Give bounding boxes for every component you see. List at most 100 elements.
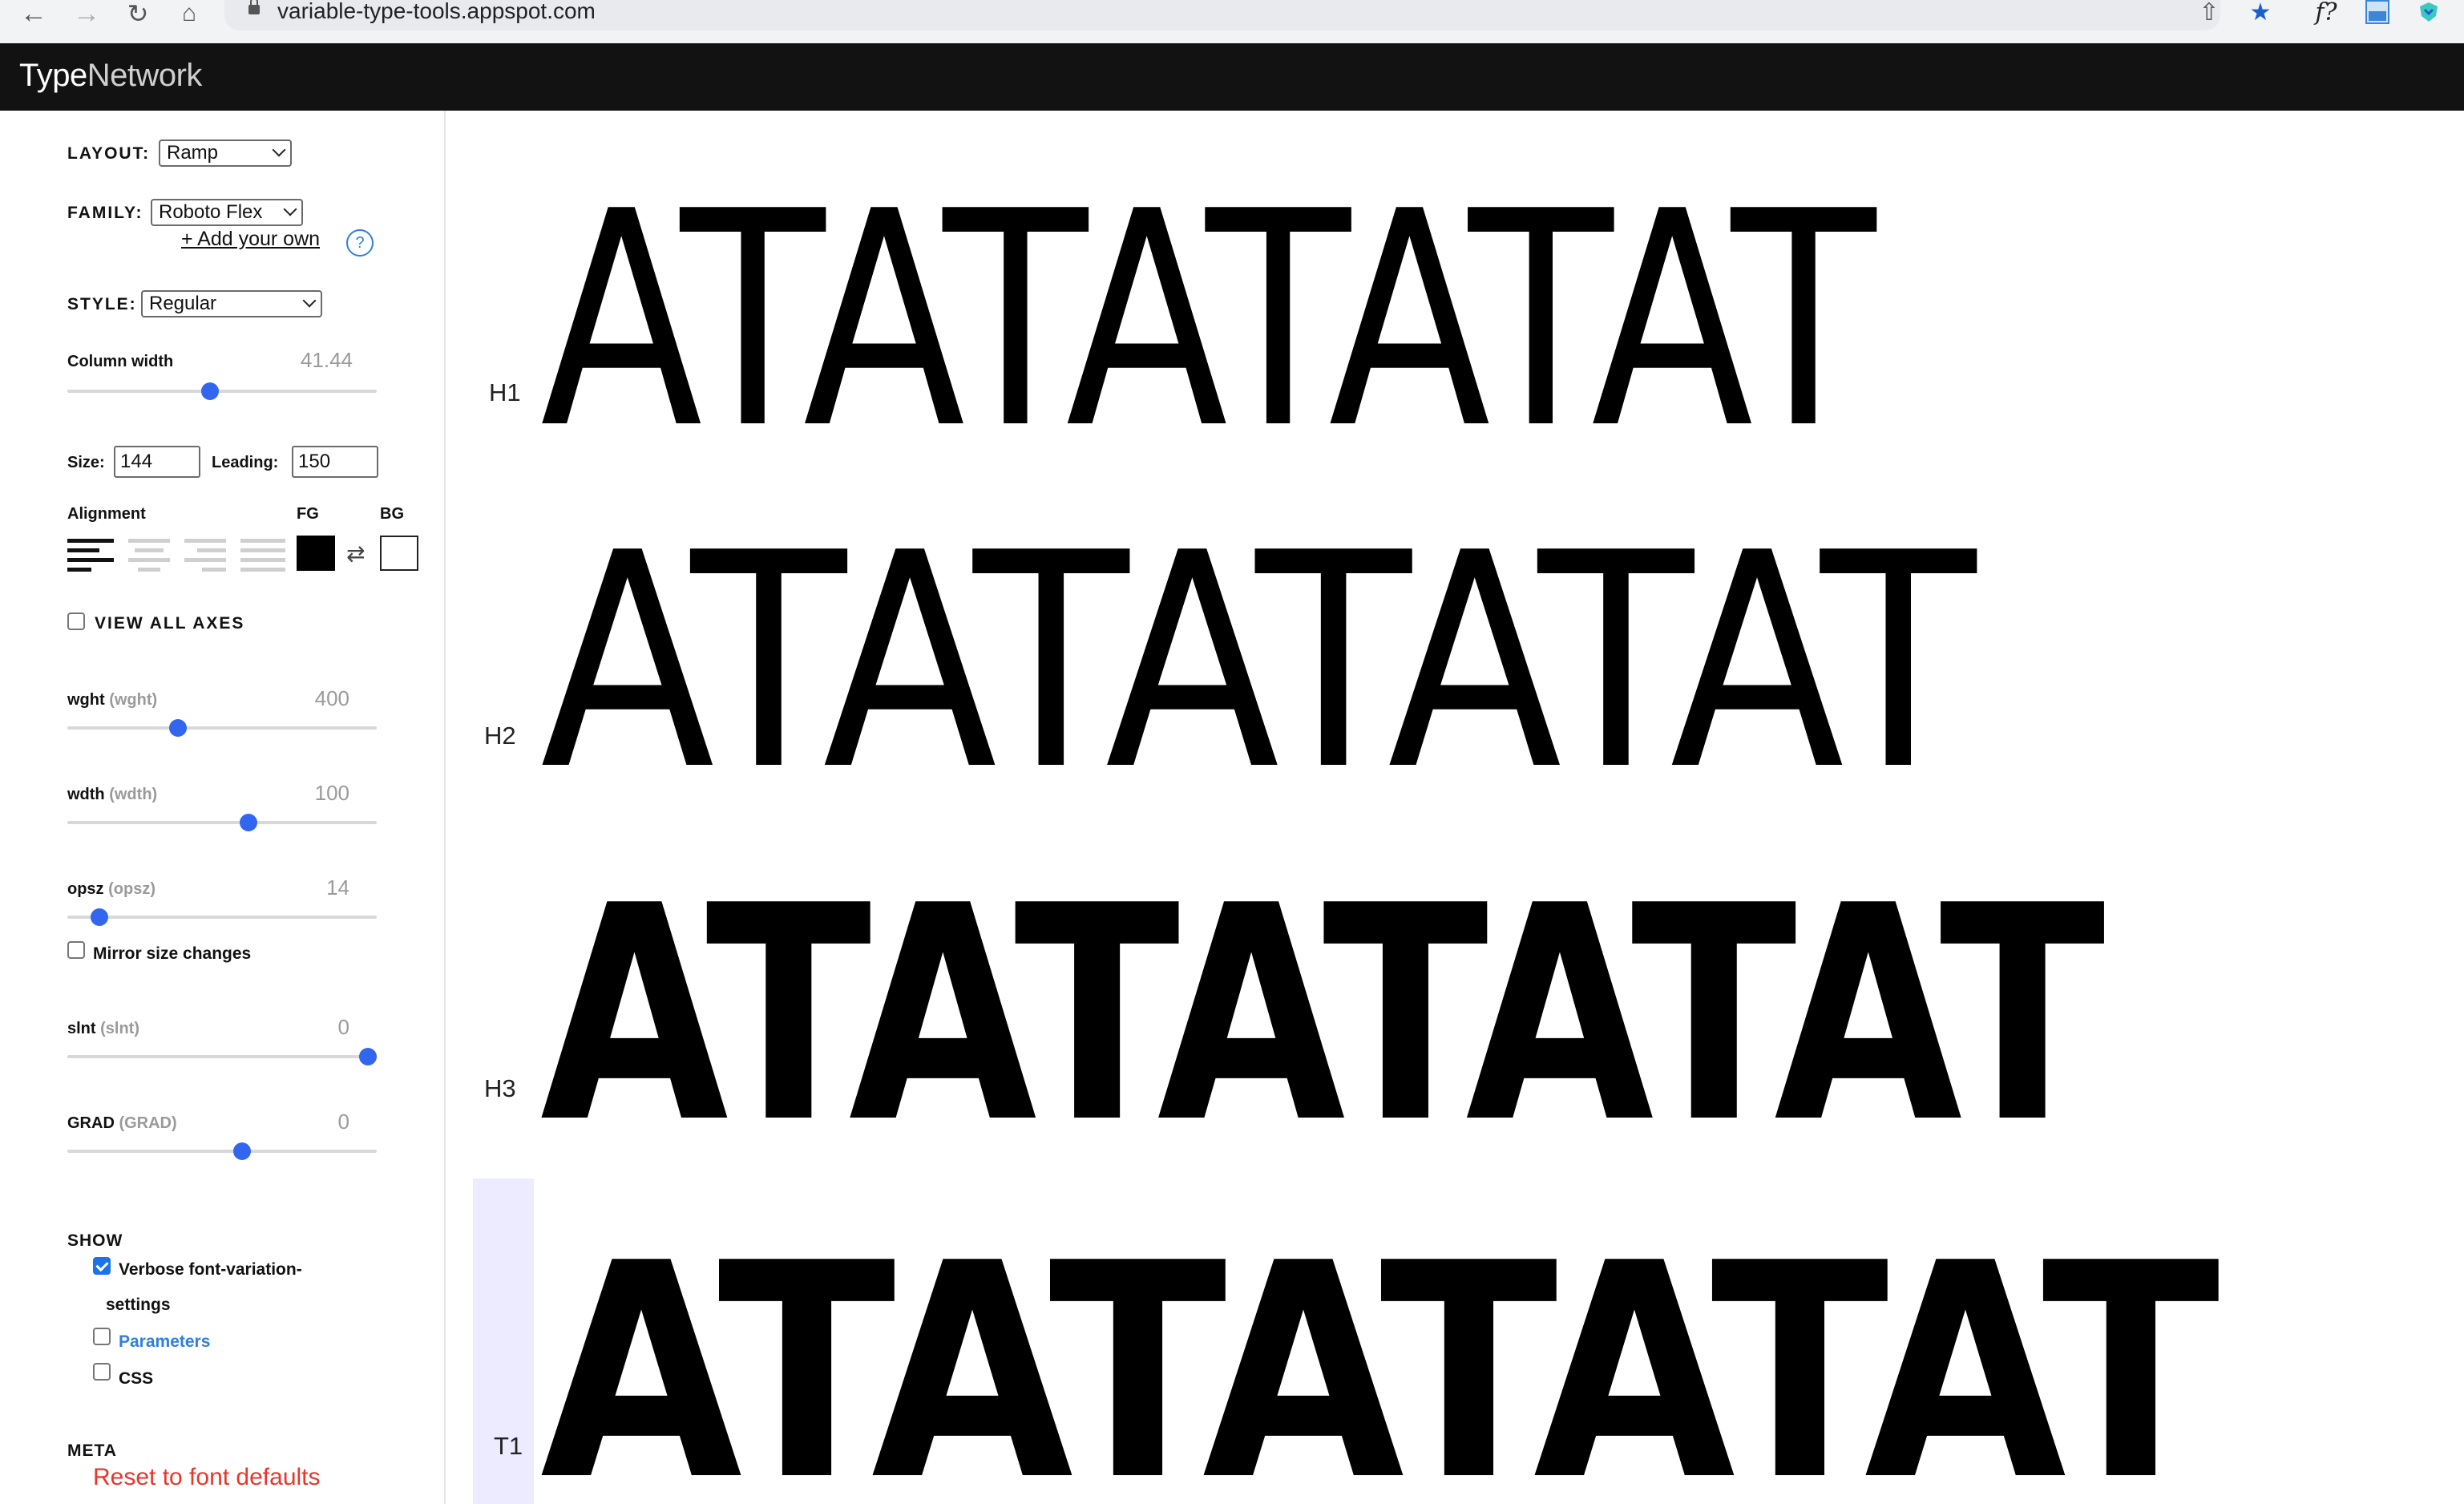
leading-input[interactable]: 150 [292,446,378,478]
column-width-slider-thumb[interactable] [201,382,220,400]
alignment-label: Alignment [67,505,146,523]
reload-icon[interactable]: ↻ [122,0,154,29]
browser-toolbar: ← → ↻ ⌂ variable-type-tools.appspot.com … [0,0,2464,43]
sample-text-h2[interactable]: ATATATATAT [540,515,1976,811]
back-icon[interactable]: ← [18,0,50,29]
column-width-value: 41.44 [300,348,353,372]
swap-colors-icon[interactable]: ⇄ [346,540,365,567]
row-label-h1[interactable]: H1 [489,378,521,407]
align-justify-button[interactable] [240,539,285,572]
row-label-h3[interactable]: H3 [484,1074,516,1103]
leading-label: Leading: [212,454,279,471]
column-width-label: Column width [67,353,174,370]
forward-icon[interactable]: → [71,0,103,29]
mirror-size-checkbox[interactable] [67,941,85,959]
axis-slider-slnt[interactable] [67,1055,377,1058]
axis-slider-wdth[interactable] [67,821,377,824]
parameters-checkbox[interactable] [93,1328,111,1345]
axis-slider-thumb-opsz[interactable] [91,908,109,926]
family-select-value: Roboto Flex [159,201,263,223]
axis-slider-thumb-wght[interactable] [169,719,188,737]
align-right-button[interactable] [184,539,229,572]
axis-name: opsz [67,880,104,898]
axis-value-grad: 0 [337,1110,349,1134]
share-icon[interactable]: ⇧ [2193,0,2225,29]
extension-icon[interactable] [2361,0,2393,29]
address-bar[interactable]: variable-type-tools.appspot.com [224,0,2220,30]
sample-text-t1[interactable]: ATATATATAT [540,1225,2220,1504]
axis-label-wght: wght (wght) [67,691,157,710]
axis-slider-thumb-grad[interactable] [233,1142,252,1160]
sample-text-h1[interactable]: ATATATATAT [540,173,1876,470]
fontfx-extension-icon[interactable]: f? [2310,0,2342,29]
sample-text-h3[interactable]: ATATATATAT [540,867,2106,1164]
axis-label-slnt: slnt (slnt) [67,1020,139,1038]
column-width-slider[interactable] [67,390,377,393]
parameters-label[interactable]: Parameters [119,1332,210,1352]
layout-select[interactable]: Ramp [159,139,292,167]
fg-color-swatch[interactable] [297,536,335,571]
star-icon[interactable]: ★ [2244,0,2276,29]
axis-label-wdth: wdth (wdth) [67,786,157,804]
bg-label: BG [380,505,404,523]
chevron-down-icon [272,143,286,157]
fg-label: FG [297,505,319,523]
size-input[interactable]: 144 [114,446,200,478]
url-text: variable-type-tools.appspot.com [277,0,596,23]
axis-slider-wght[interactable] [67,726,377,730]
verbose-checkbox[interactable] [93,1257,111,1275]
style-select[interactable]: Regular [141,290,322,317]
css-label: CSS [119,1369,154,1388]
axis-slider-thumb-slnt[interactable] [359,1048,377,1065]
axis-value-slnt: 0 [337,1015,349,1039]
view-all-axes-checkbox[interactable] [67,613,85,630]
app-header: TypeNetwork [0,43,2464,111]
row-label-t1[interactable]: T1 [494,1432,523,1461]
view-all-axes-label: VIEW ALL AXES [95,614,245,633]
axis-tag: (GRAD) [119,1114,177,1132]
logo-part1: Type [19,58,87,93]
reset-to-defaults-link[interactable]: Reset to font defaults [93,1464,321,1491]
axis-name: GRAD [67,1114,115,1132]
family-select[interactable]: Roboto Flex [151,199,303,226]
align-center-button[interactable] [128,539,173,572]
add-your-own-link[interactable]: + Add your own [181,228,320,251]
axis-value-wdth: 100 [314,781,349,805]
axis-tag: (slnt) [100,1020,140,1037]
chevron-down-icon [302,293,317,308]
axis-slider-grad[interactable] [67,1150,377,1153]
align-left-button[interactable] [67,539,114,572]
layout-select-value: Ramp [167,142,219,164]
axis-slider-thumb-wdth[interactable] [239,814,257,831]
axis-name: wght [67,691,105,709]
style-label: STYLE: [67,295,137,313]
axis-slider-opsz[interactable] [67,916,377,919]
home-icon[interactable]: ⌂ [173,0,205,29]
axis-name: slnt [67,1020,96,1037]
controls-sidebar: LAYOUT: Ramp FAMILY: Roboto Flex + Add y… [0,111,446,1504]
mirror-size-label: Mirror size changes [93,944,252,963]
chevron-down-icon [283,202,297,216]
css-checkbox[interactable] [93,1363,111,1381]
family-label: FAMILY: [67,204,143,222]
type-preview-area: H1 ATATATATAT H2 ATATATATAT H3 ATATATATA… [446,111,2464,1504]
row-label-h2[interactable]: H2 [484,722,516,750]
axis-tag: (wdth) [109,786,158,803]
shield-extension-icon[interactable] [2413,0,2445,29]
size-label: Size: [67,454,105,471]
axis-tag: (wght) [109,691,158,709]
verbose-label-line2: settings [106,1296,171,1314]
logo-part2: Network [87,58,203,93]
axis-name: wdth [67,786,105,803]
lock-icon [248,0,260,14]
verbose-label-line1: Verbose font-variation- [119,1260,302,1279]
axis-value-wght: 400 [314,686,349,710]
style-select-value: Regular [149,293,217,314]
help-icon[interactable]: ? [346,229,374,257]
axis-value-opsz: 14 [326,875,349,900]
axis-tag: (opsz) [108,880,156,898]
show-label: SHOW [67,1231,123,1250]
typenetwork-logo[interactable]: TypeNetwork [19,58,202,94]
bg-color-swatch[interactable] [380,536,418,571]
axis-label-opsz: opsz (opsz) [67,880,156,899]
